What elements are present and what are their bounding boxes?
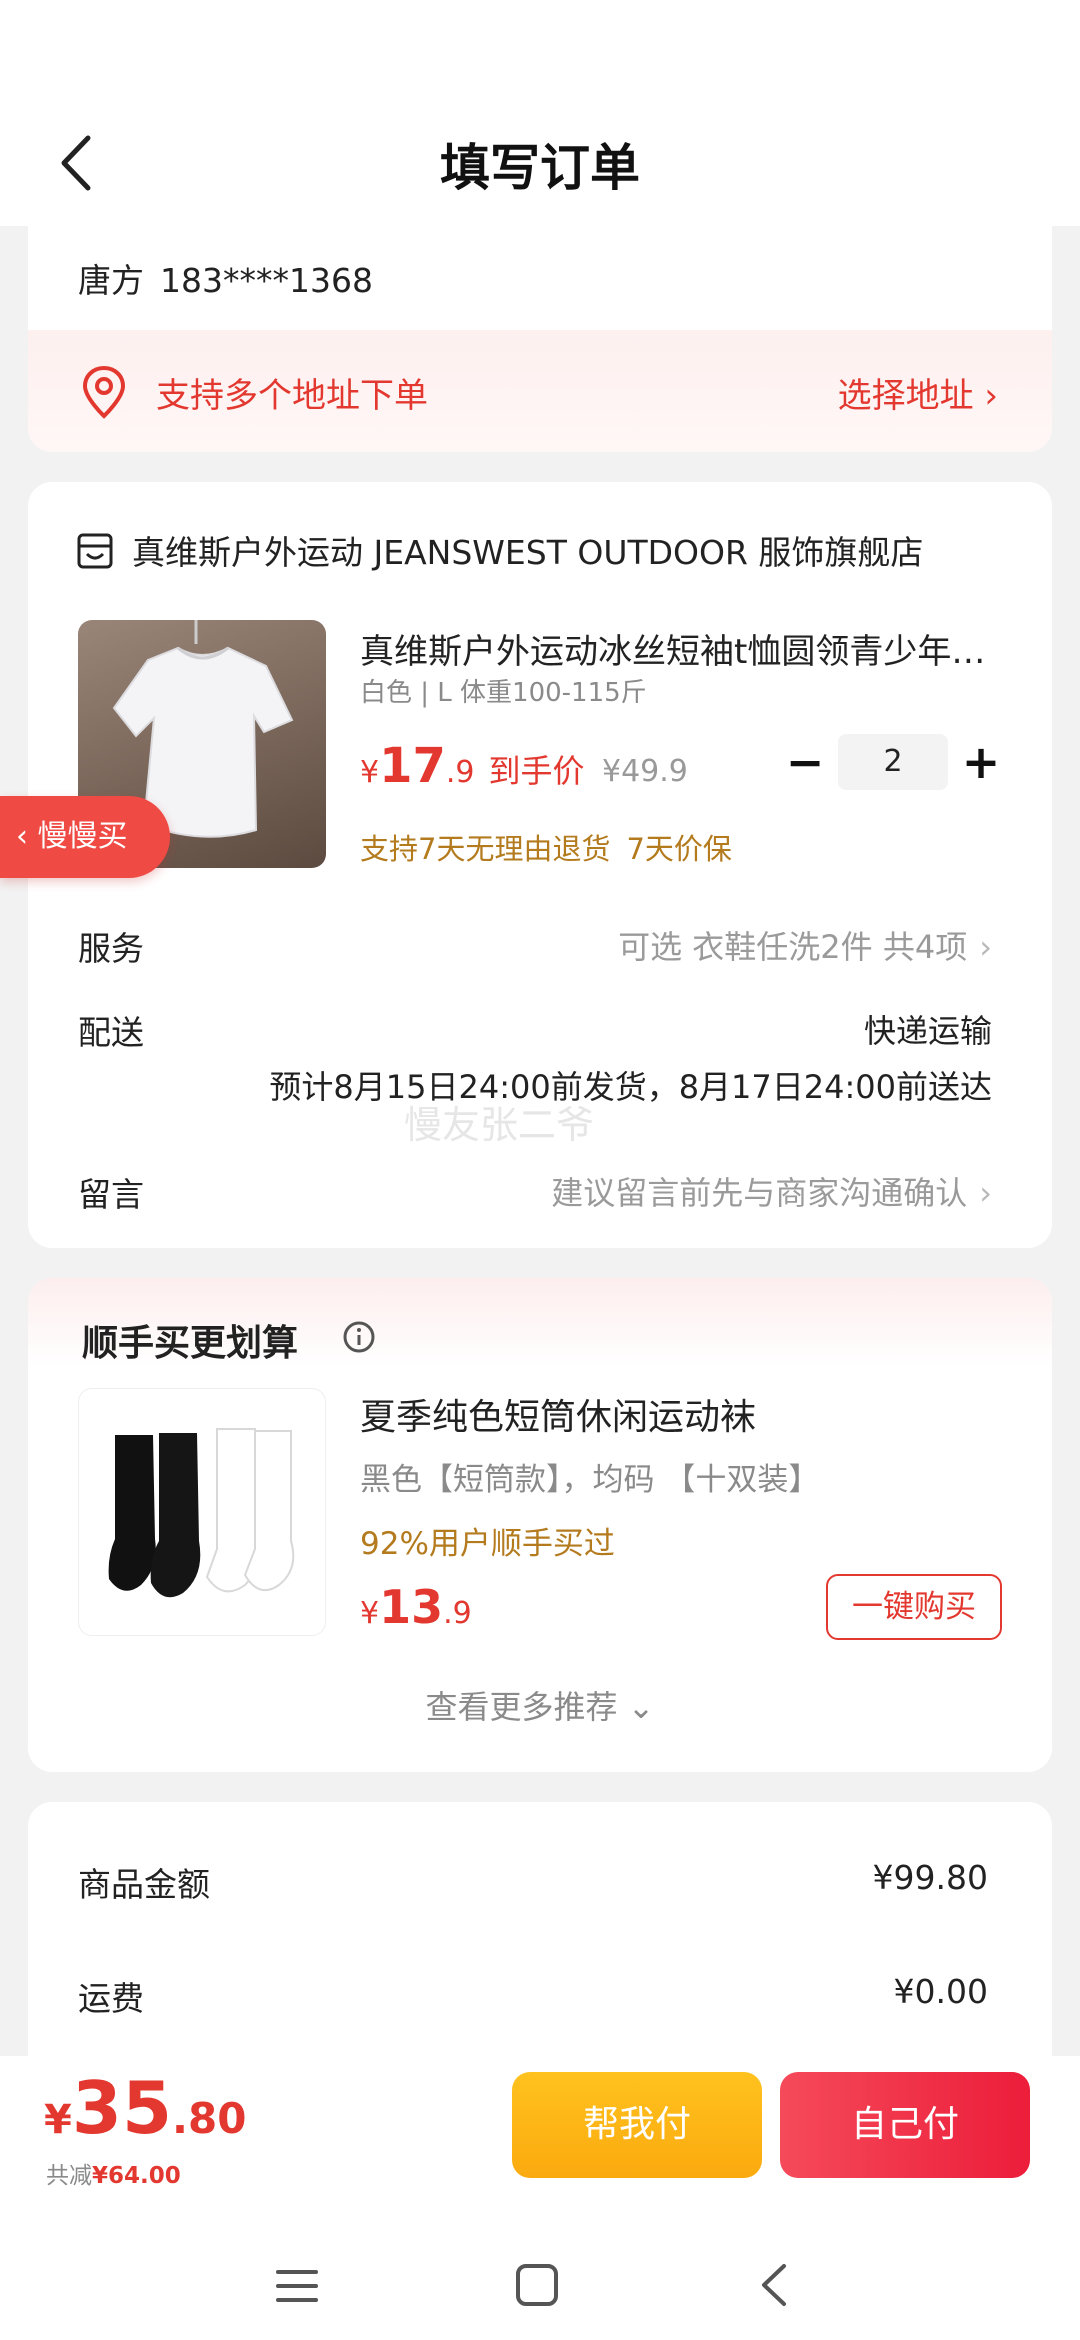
product-price: ¥17.9 到手价: [360, 738, 585, 794]
service-label: 服务: [78, 929, 144, 968]
socks-image[interactable]: [78, 1388, 326, 1636]
status-bar: [0, 0, 1080, 100]
message-field[interactable]: 建议留言前先与商家沟通确认 ›: [551, 1168, 992, 1214]
message-placeholder: 建议留言前先与商家沟通确认: [551, 1174, 968, 1212]
discount-info: 共减¥64.00: [46, 2156, 181, 2190]
pay-myself-button[interactable]: 自己付: [780, 2072, 1030, 2178]
header: 填写订单: [0, 100, 1080, 226]
price-decimal: .9: [445, 755, 475, 790]
home-icon[interactable]: [514, 2262, 560, 2308]
price-symbol: ¥: [360, 1596, 380, 1631]
discount-label: 共减: [46, 2163, 92, 2189]
totals-card: 商品金额 ¥99.80 运费 ¥0.00: [28, 1802, 1052, 2062]
more-recommendations-link[interactable]: 查看更多推荐 ⌄: [28, 1682, 1052, 1728]
side-float-label: 慢慢买: [37, 819, 128, 854]
location-pin-icon: [82, 365, 126, 419]
price-protect-tag: 7天价保: [626, 832, 732, 866]
help-me-pay-button[interactable]: 帮我付: [512, 2072, 762, 2178]
price-decimal: .9: [443, 1596, 472, 1631]
shop-name[interactable]: 真维斯户外运动 JEANSWEST OUTDOOR 服饰旗舰店: [132, 526, 923, 574]
watermark: 慢友张二爷: [404, 1103, 595, 1147]
quantity-minus-button[interactable]: −: [780, 738, 830, 788]
price-integer: 17: [379, 738, 446, 794]
delivery-method: 快递运输: [863, 1012, 992, 1050]
price-integer: 13: [379, 1580, 444, 1634]
multi-address-bar[interactable]: 支持多个地址下单 选择地址 ›: [28, 330, 1052, 452]
recommend-title: 顺手买更划算: [82, 1323, 299, 1364]
one-click-buy-button[interactable]: 一键购买: [826, 1574, 1002, 1640]
goods-amount-label: 商品金额: [78, 1865, 210, 1904]
chevron-right-icon: ›: [979, 928, 992, 966]
contact-phone: 183****1368: [160, 261, 373, 300]
product-title[interactable]: 真维斯户外运动冰丝短袖t恤圆领青少年男女夏季运动休闲上衣: [360, 624, 1010, 673]
address-card[interactable]: 唐方 183****1368 支持多个地址下单 选择地址 ›: [28, 226, 1052, 452]
recommend-item-spec: 黑色【短筒款】，均码 【十双装】: [360, 1462, 820, 1498]
quantity-plus-button[interactable]: +: [956, 738, 1006, 788]
info-icon[interactable]: [342, 1320, 376, 1354]
system-nav-bar: [0, 2220, 1080, 2340]
contact-info: 唐方 183****1368: [78, 254, 373, 302]
back-icon[interactable]: [756, 2260, 792, 2310]
side-float-button[interactable]: ‹ 慢慢买: [0, 796, 170, 878]
quantity-input[interactable]: 2: [838, 734, 948, 790]
checkout-bar: ¥35.80 共减¥64.00 帮我付 自己付: [0, 2056, 1080, 2220]
total-price: ¥35.80: [44, 2066, 246, 2150]
delivery-label: 配送: [78, 1013, 144, 1052]
socks-picture: [108, 1428, 295, 1598]
discount-amount: ¥64.00: [92, 2163, 181, 2189]
recommend-item-price: ¥13.9: [360, 1580, 472, 1634]
recommend-item-stat: 92%用户顺手买过: [360, 1526, 615, 1562]
price-symbol: ¥: [360, 755, 380, 790]
shipping-label: 运费: [78, 1979, 144, 2018]
original-price: ¥49.9: [602, 754, 688, 789]
contact-name: 唐方: [78, 261, 144, 300]
product-card: 真维斯户外运动 JEANSWEST OUTDOOR 服饰旗舰店 真维斯户外运动冰…: [28, 482, 1052, 1248]
service-value[interactable]: 可选 衣鞋任洗2件 共4项 ›: [618, 922, 992, 968]
shipping-value: ¥0.00: [893, 1972, 988, 2011]
price-tag: 到手价: [488, 752, 585, 790]
price-decimal: .80: [172, 2094, 247, 2143]
chevron-left-icon: ‹: [16, 819, 28, 854]
goods-amount-value: ¥99.80: [872, 1858, 988, 1897]
page-title: 填写订单: [440, 139, 640, 197]
multi-address-label: 支持多个地址下单: [156, 376, 428, 416]
menu-icon[interactable]: [274, 2266, 320, 2306]
shop-icon: [77, 533, 113, 569]
price-integer: 35: [71, 2066, 173, 2150]
message-label: 留言: [78, 1175, 144, 1214]
recommend-item-name[interactable]: 夏季纯色短筒休闲运动袜: [360, 1388, 756, 1440]
recommend-card: 顺手买更划算 夏季纯色短筒休闲运动袜 黑色【短筒款】，均码 【十双装】 92%用…: [28, 1278, 1052, 1772]
service-tags: 支持7天无理由退货 7天价保: [360, 826, 732, 868]
service-value-text: 可选 衣鞋任洗2件 共4项: [618, 928, 968, 966]
return-tag: 支持7天无理由退货: [360, 832, 611, 866]
choose-address-link[interactable]: 选择地址 ›: [838, 368, 998, 417]
delivery-estimate: 预计8月15日24:00前发货，8月17日24:00前送达: [269, 1068, 992, 1106]
product-spec[interactable]: 白色 | L 体重100-115斤: [360, 672, 647, 709]
price-symbol: ¥: [44, 2097, 72, 2143]
chevron-right-icon: ›: [979, 1174, 992, 1212]
